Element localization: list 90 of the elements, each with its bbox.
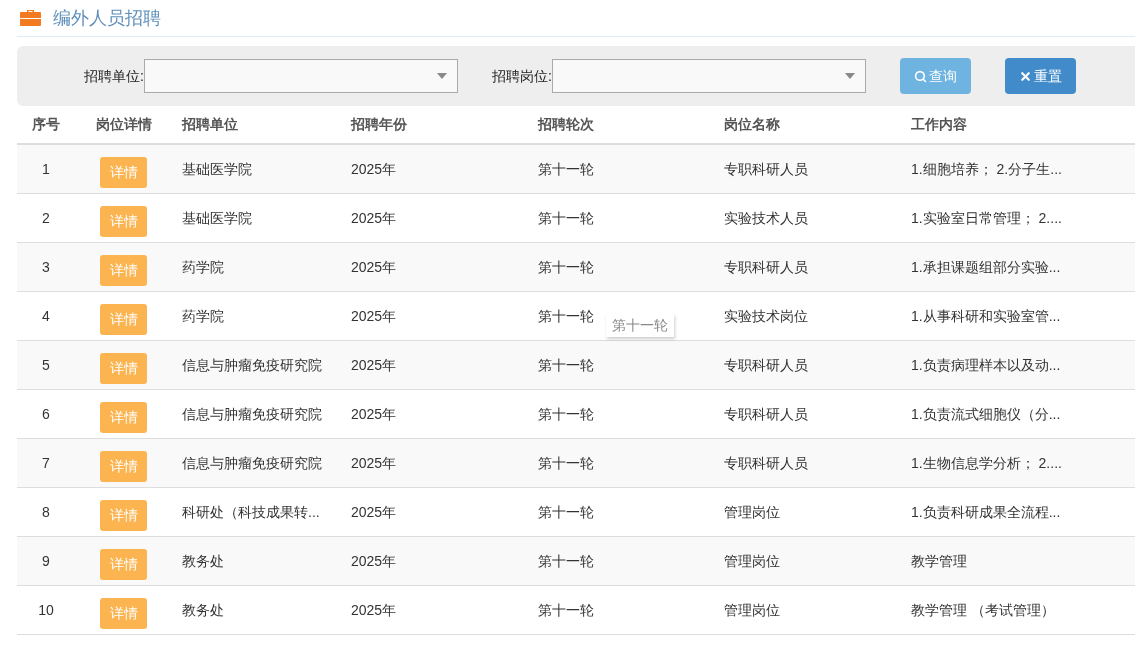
search-button[interactable]: 查询: [899, 58, 971, 94]
table-cell-text: 2025年: [351, 208, 397, 228]
table-cell-text: 6: [42, 404, 50, 424]
table-cell-text: 1.细胞培养； 2.分子生...: [911, 159, 1062, 179]
table-cell-text: 2025年: [351, 306, 397, 326]
briefcase-icon: [20, 9, 41, 27]
table-cell-text: 第十一轮: [538, 306, 594, 326]
table-cell-text: 管理岗位: [724, 600, 780, 620]
column-header: 招聘年份: [351, 115, 407, 134]
detail-button[interactable]: 详情: [100, 597, 147, 629]
tooltip: 第十一轮: [606, 313, 674, 337]
table-cell-text: 2025年: [351, 453, 397, 473]
table-cell-text: 第十一轮: [538, 159, 594, 179]
table-cell-text: 8: [42, 502, 50, 522]
table-cell-text: 第十一轮: [538, 502, 594, 522]
table-cell-text: 2025年: [351, 257, 397, 277]
table-cell-text: 1.生物信息学分析； 2....: [911, 453, 1062, 473]
table-cell-text: 信息与肿瘤免疫研究院: [182, 404, 322, 424]
table-cell-text: 基础医学院: [182, 208, 252, 228]
table-cell-text: 管理岗位: [724, 502, 780, 522]
table-cell-text: 信息与肿瘤免疫研究院: [182, 453, 322, 473]
filter-label: 招聘岗位:: [491, 66, 552, 86]
table-cell-text: 9: [42, 551, 50, 571]
table-cell-text: 科研处（科技成果转...: [182, 502, 320, 522]
table-cell-text: 教务处: [182, 600, 224, 620]
table-cell-text: 专职科研人员: [724, 404, 808, 424]
table-cell-text: 第十一轮: [538, 355, 594, 375]
detail-button[interactable]: 详情: [100, 254, 147, 286]
table-cell-text: 药学院: [182, 257, 224, 277]
table-cell-text: 教学管理 （考试管理）: [911, 600, 1055, 620]
table-cell-text: 管理岗位: [724, 551, 780, 571]
table-cell-text: 第十一轮: [538, 404, 594, 424]
close-icon: [1018, 69, 1032, 83]
table-cell-text: 5: [42, 355, 50, 375]
filter-label: 招聘单位:: [84, 66, 144, 86]
table-cell-text: 10: [38, 600, 54, 620]
table-cell-text: 1.负责科研成果全流程...: [911, 502, 1061, 522]
table-cell-text: 第十一轮: [538, 257, 594, 277]
column-header: 工作内容: [911, 115, 967, 134]
table-cell-text: 第十一轮: [538, 453, 594, 473]
table-cell-text: 信息与肿瘤免疫研究院: [182, 355, 322, 375]
table-cell-text: 实验技术人员: [724, 208, 808, 228]
caret-icon: [844, 73, 855, 79]
table-cell-text: 2025年: [351, 600, 397, 620]
table-cell-text: 4: [42, 306, 50, 326]
detail-button[interactable]: 详情: [100, 450, 147, 482]
column-header: 岗位名称: [724, 115, 780, 134]
select-field[interactable]: [143, 59, 458, 93]
detail-button[interactable]: 详情: [100, 401, 147, 433]
table-cell-text: 第十一轮: [538, 208, 594, 228]
table-cell-text: 实验技术岗位: [724, 306, 808, 326]
table-cell-text: 2: [42, 208, 50, 228]
table-cell-text: 第十一轮: [538, 551, 594, 571]
column-header: 序号: [32, 115, 60, 134]
page-title: 编外人员招聘: [53, 6, 161, 30]
table-cell-text: 1.负责病理样本以及动...: [911, 355, 1061, 375]
table-cell-text: 教务处: [182, 551, 224, 571]
table-cell-text: 2025年: [351, 404, 397, 424]
table-cell-text: 基础医学院: [182, 159, 252, 179]
table-cell-text: 1: [42, 159, 50, 179]
table-cell-text: 专职科研人员: [724, 257, 808, 277]
table-cell-text: 1.从事科研和实验室管...: [911, 306, 1061, 326]
detail-button[interactable]: 详情: [100, 548, 147, 580]
table-cell-text: 2025年: [351, 551, 397, 571]
table-cell-text: 专职科研人员: [724, 453, 808, 473]
table-cell-text: 1.实验室日常管理； 2....: [911, 208, 1062, 228]
table-cell-text: 教学管理: [911, 551, 967, 571]
table-cell-text: 2025年: [351, 502, 397, 522]
table-cell-text: 2025年: [351, 355, 397, 375]
reset-button[interactable]: 重置: [1004, 58, 1076, 94]
select-field[interactable]: [551, 59, 866, 93]
column-header: 招聘轮次: [538, 115, 594, 134]
column-header: 招聘单位: [182, 115, 238, 134]
table-cell-text: 1.负责流式细胞仪（分...: [911, 404, 1061, 424]
table-cell-text: 1.承担课题组部分实验...: [911, 257, 1061, 277]
table-cell-text: 专职科研人员: [724, 355, 808, 375]
table-cell-text: 3: [42, 257, 50, 277]
detail-button[interactable]: 详情: [100, 352, 147, 384]
caret-icon: [436, 73, 447, 79]
table-cell-text: 2025年: [351, 159, 397, 179]
table-cell-text: 药学院: [182, 306, 224, 326]
detail-button[interactable]: 详情: [100, 205, 147, 237]
search-icon: [913, 69, 927, 83]
detail-button[interactable]: 详情: [100, 303, 147, 335]
column-header: 岗位详情: [95, 115, 152, 134]
table-cell-text: 第十一轮: [538, 600, 594, 620]
table-cell-text: 专职科研人员: [724, 159, 808, 179]
detail-button[interactable]: 详情: [100, 499, 147, 531]
table-cell-text: 7: [42, 453, 50, 473]
detail-button[interactable]: 详情: [100, 156, 147, 188]
